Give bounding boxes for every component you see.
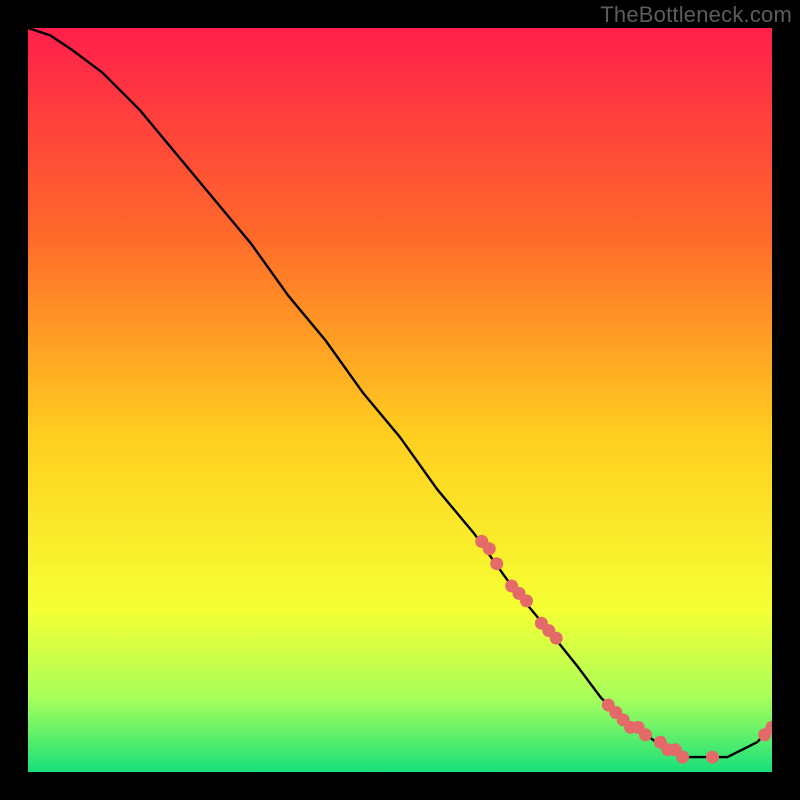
gradient-background — [28, 28, 772, 772]
highlight-marker — [550, 632, 563, 645]
highlight-marker — [706, 751, 719, 764]
highlight-marker — [490, 557, 503, 570]
highlight-marker — [483, 542, 496, 555]
highlight-marker — [676, 751, 689, 764]
chart-frame: TheBottleneck.com — [0, 0, 800, 800]
highlight-marker — [520, 594, 533, 607]
watermark-text: TheBottleneck.com — [600, 2, 792, 28]
plot-area — [28, 28, 772, 772]
chart-svg — [28, 28, 772, 772]
highlight-marker — [639, 728, 652, 741]
